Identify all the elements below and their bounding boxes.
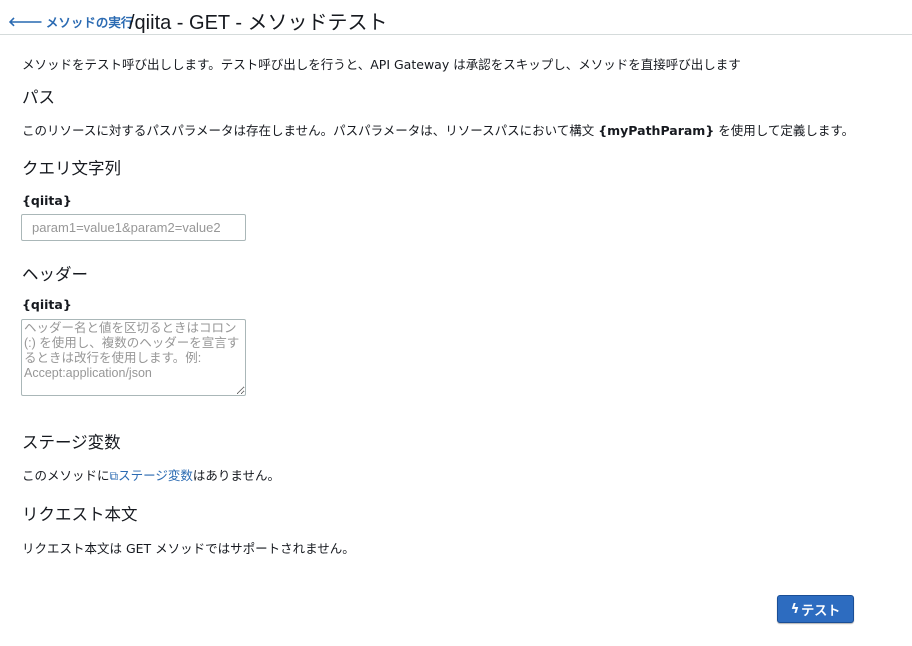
stage-variables-description: このメソッドに⧉ステージ変数はありません。 — [22, 465, 280, 484]
back-link-label: メソッドの実行 — [45, 15, 134, 30]
page-title: /qiita - GET - メソッドテスト — [129, 12, 388, 34]
stage-variables-link-label: ステージ変数 — [118, 468, 193, 483]
path-text-after: を使用して定義します。 — [714, 123, 855, 138]
lightning-bolt-icon: ϟ — [790, 601, 800, 617]
path-description: このリソースに対するパスパラメータは存在しません。パスパラメータは、リソースパス… — [22, 120, 854, 139]
headers-label: {qiita} — [22, 297, 72, 312]
stage-variables-heading: ステージ変数 — [22, 433, 121, 452]
back-to-method-execution-link[interactable]: 🡐 メソッドの実行 — [8, 12, 133, 31]
headers-textarea[interactable] — [21, 319, 246, 396]
stage-vars-text-after: はありません。 — [192, 468, 280, 483]
top-bar: 🡐 メソッドの実行 /qiita - GET - メソッドテスト — [0, 0, 912, 35]
intro-text: メソッドをテスト呼び出しします。テスト呼び出しを行うと、API Gateway … — [22, 57, 741, 72]
stage-vars-text-before: このメソッドに — [22, 468, 110, 483]
path-param-syntax: {myPathParam} — [598, 123, 715, 138]
headers-heading: ヘッダー — [22, 265, 88, 284]
request-body-heading: リクエスト本文 — [22, 505, 138, 524]
test-button-label: テスト — [801, 603, 841, 619]
arrow-left-icon: 🡐 — [8, 14, 43, 30]
external-link-icon: ⧉ — [109, 469, 119, 483]
stage-variables-link[interactable]: ⧉ステージ変数 — [110, 468, 193, 483]
query-string-input[interactable] — [21, 214, 246, 241]
request-body-description: リクエスト本文は GET メソッドではサポートされません。 — [22, 541, 355, 556]
query-string-heading: クエリ文字列 — [22, 159, 121, 178]
path-heading: パス — [22, 88, 55, 107]
query-string-label: {qiita} — [22, 193, 72, 208]
path-text-before: このリソースに対するパスパラメータは存在しません。パスパラメータは、リソースパス… — [22, 123, 599, 138]
test-button[interactable]: ϟ テスト — [777, 595, 854, 623]
